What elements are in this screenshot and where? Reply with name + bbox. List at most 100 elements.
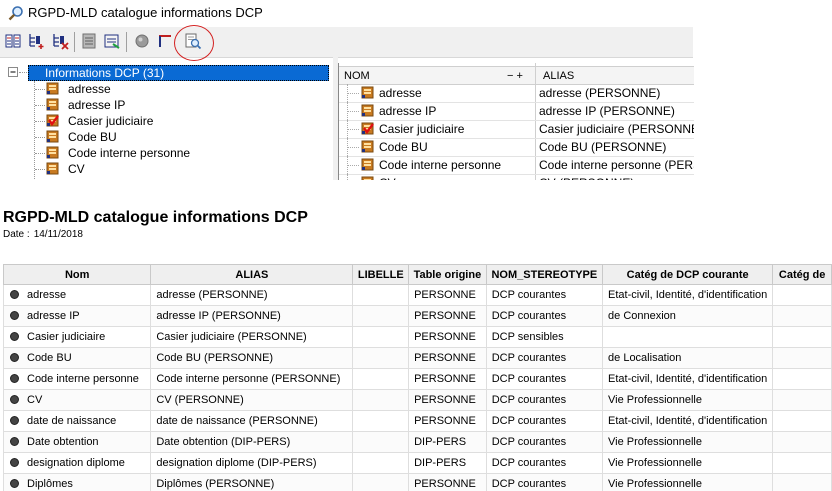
grid-row[interactable]: CV CV (PERSONNE) bbox=[339, 174, 694, 180]
bullet-icon bbox=[10, 373, 19, 383]
report-cell-text: Etat-civil, Identité, d'identification bbox=[608, 415, 768, 427]
tree-connector bbox=[19, 72, 27, 73]
bullet-icon bbox=[10, 436, 19, 446]
column-header-alias[interactable]: ALIAS bbox=[543, 70, 574, 82]
export-icon[interactable] bbox=[103, 32, 121, 50]
report-cell: DCP courantes bbox=[485, 452, 604, 474]
report-cell bbox=[772, 473, 832, 491]
tree-connector bbox=[35, 89, 45, 90]
tree-item[interactable]: Casier judiciaire bbox=[0, 113, 333, 129]
report-cell: PERSONNE bbox=[408, 347, 487, 369]
report-cell-text: CV (PERSONNE) bbox=[156, 394, 244, 406]
report-cell bbox=[352, 473, 410, 491]
report-column-header: Nom bbox=[3, 264, 152, 285]
report-cell: Etat-civil, Identité, d'identification bbox=[602, 410, 774, 432]
tree-delete-icon[interactable] bbox=[51, 32, 69, 50]
tree-item[interactable]: Code BU bbox=[0, 129, 333, 145]
report-cell-text: Date obtention (DIP-PERS) bbox=[156, 436, 291, 448]
report-cell: adresse bbox=[3, 284, 152, 306]
report-cell-text: Vie Professionnelle bbox=[608, 457, 702, 469]
collapse-icon[interactable] bbox=[8, 67, 19, 78]
tree-item-label: adresse IP bbox=[68, 98, 126, 112]
report-row: adresse IP adresse IP (PERSONNE) PERSONNE D… bbox=[3, 305, 832, 327]
report-cell-text: DIP-PERS bbox=[414, 436, 467, 448]
grid-row[interactable]: adresse IP adresse IP (PERSONNE) bbox=[339, 102, 694, 121]
report-cell-text: designation diplome (DIP-PERS) bbox=[156, 457, 317, 469]
report-cell: Etat-civil, Identité, d'identification bbox=[602, 368, 774, 390]
report-cell bbox=[772, 389, 832, 411]
tree-item-label: Code BU bbox=[68, 130, 117, 144]
title-bar: RGPD-MLD catalogue informations DCP bbox=[0, 0, 700, 26]
report-cell: CV (PERSONNE) bbox=[150, 389, 354, 411]
disabled-icon[interactable] bbox=[133, 32, 151, 50]
tree-item[interactable]: adresse IP bbox=[0, 97, 333, 113]
report-cell-text: Casier judiciaire bbox=[27, 331, 106, 343]
grid-header: NOM − + ALIAS bbox=[339, 66, 694, 85]
report-title: RGPD-MLD catalogue informations DCP bbox=[3, 209, 308, 226]
grid-row[interactable]: Casier judiciaire Casier judiciaire (PERS… bbox=[339, 120, 694, 139]
grid-cell-alias: Casier judiciaire (PERSONNE) bbox=[539, 122, 694, 136]
report-cell bbox=[352, 452, 410, 474]
grid-row[interactable]: Code BU Code BU (PERSONNE) bbox=[339, 138, 694, 157]
report-cell-text: Code interne personne bbox=[27, 373, 139, 385]
filter-icon[interactable] bbox=[156, 32, 174, 50]
report-cell-text: designation diplome bbox=[27, 457, 125, 469]
grid-row[interactable]: adresse adresse (PERSONNE) bbox=[339, 84, 694, 103]
tree-add-icon[interactable] bbox=[27, 32, 45, 50]
report-cell: Code interne personne (PERSONNE) bbox=[150, 368, 354, 390]
grid-cell-nom: Code BU bbox=[379, 140, 428, 154]
tree-connector bbox=[347, 174, 348, 180]
report-cell: DCP courantes bbox=[485, 305, 604, 327]
tree-item-label: Code interne personne bbox=[68, 146, 191, 160]
report-cell-text: DCP courantes bbox=[491, 394, 567, 406]
report-cell-text: Vie Professionnelle bbox=[608, 436, 702, 448]
report-cell bbox=[352, 284, 410, 306]
tree-connector bbox=[35, 153, 45, 154]
report-cell-text: Code BU (PERSONNE) bbox=[156, 352, 274, 364]
report-cell bbox=[352, 347, 410, 369]
bullet-icon bbox=[10, 394, 19, 404]
report-header-row: Nom ALIAS LIBELLE Table origine NOM_STEREOTY… bbox=[3, 264, 832, 285]
print-preview-icon[interactable] bbox=[184, 32, 202, 50]
column-header-nom[interactable]: NOM bbox=[344, 70, 370, 82]
report-cell bbox=[772, 284, 832, 306]
tree-item[interactable]: adresse bbox=[0, 81, 333, 97]
properties-icon[interactable] bbox=[80, 32, 98, 50]
report-row: CV CV (PERSONNE) PERSONNE DCP courantes Vie … bbox=[3, 389, 832, 411]
column-resize-controls[interactable]: − + bbox=[507, 70, 523, 82]
report-cell bbox=[602, 326, 774, 348]
report-cell-text: Diplômes bbox=[27, 478, 73, 490]
report-cell: Casier judiciaire bbox=[3, 326, 152, 348]
attribute-icon bbox=[46, 162, 59, 175]
list-view-icon[interactable] bbox=[4, 32, 22, 50]
tree-panel: Informations DCP (31) adresse adresse IP C… bbox=[0, 63, 333, 180]
report-cell: date de naissance (PERSONNE) bbox=[150, 410, 354, 432]
report-cell-text: adresse (PERSONNE) bbox=[156, 289, 268, 301]
attribute-icon bbox=[361, 140, 374, 153]
report-cell: DIP-PERS bbox=[408, 431, 487, 453]
report-cell: DCP courantes bbox=[485, 347, 604, 369]
report-column-header: LIBELLE bbox=[352, 264, 410, 285]
tree-root-selection[interactable]: Informations DCP (31) bbox=[28, 65, 329, 81]
attribute-grid: NOM − + ALIAS adresse adresse (PERSONNE) a… bbox=[338, 63, 694, 180]
report-cell: PERSONNE bbox=[408, 326, 487, 348]
report-cell: Code BU (PERSONNE) bbox=[150, 347, 354, 369]
report-cell-text: Diplômes (PERSONNE) bbox=[156, 478, 275, 490]
report-table: Nom ALIAS LIBELLE Table origine NOM_STEREOTY… bbox=[3, 264, 832, 491]
report-row: Code interne personne Code interne person… bbox=[3, 368, 832, 390]
report-cell: DCP courantes bbox=[485, 368, 604, 390]
report-cell bbox=[772, 347, 832, 369]
report-cell-text: PERSONNE bbox=[414, 478, 476, 490]
report-cell bbox=[352, 410, 410, 432]
tree-item[interactable]: CV bbox=[0, 161, 333, 177]
tree-item[interactable]: Code interne personne bbox=[0, 145, 333, 161]
tree-connector bbox=[35, 105, 45, 106]
report-cell-text: DCP courantes bbox=[491, 478, 567, 490]
attribute-icon bbox=[361, 158, 374, 171]
report-cell-text: Vie Professionnelle bbox=[608, 394, 702, 406]
report-cell-text: PERSONNE bbox=[414, 289, 476, 301]
grid-row[interactable]: Code interne personne Code interne person… bbox=[339, 156, 694, 175]
report-cell: DCP courantes bbox=[485, 389, 604, 411]
report-column-header: Catég de bbox=[772, 264, 832, 285]
report-cell bbox=[772, 410, 832, 432]
